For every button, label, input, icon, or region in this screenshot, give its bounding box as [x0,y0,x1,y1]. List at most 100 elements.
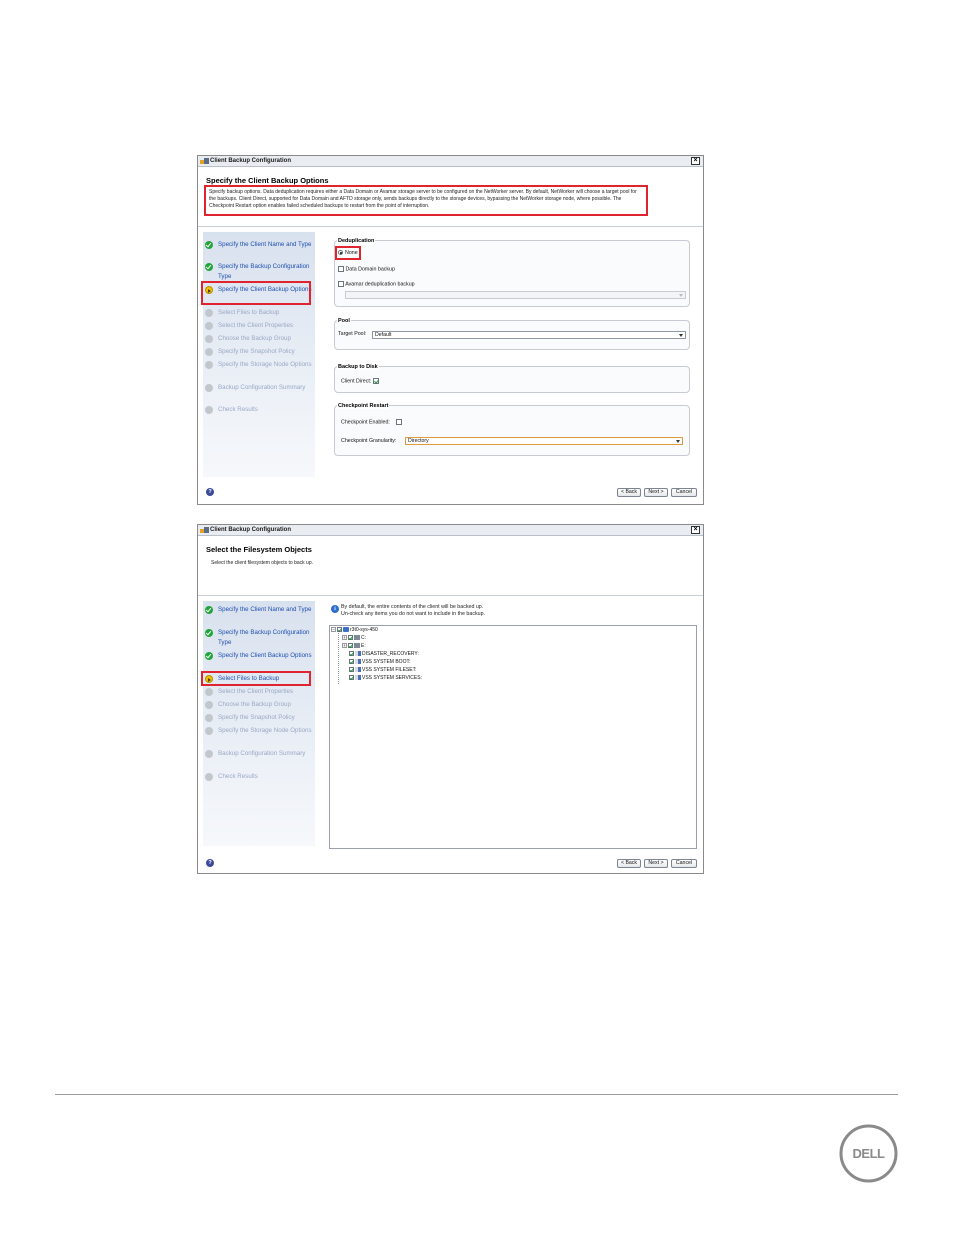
dedup-avamar-option[interactable]: Avamar deduplication backup [338,281,415,288]
system-save-set-icon [355,667,361,673]
pending-step-icon [205,322,213,330]
info-icon: i [331,605,339,613]
checkpoint-enabled-option[interactable]: Checkpoint Enabled: [341,419,402,426]
drive-icon [354,635,360,641]
none-option-highlight [335,246,361,260]
tree-node-root[interactable]: − r3t0-sys-450 [331,627,378,634]
window-title-bar: Client Backup Configuration × [198,156,703,167]
app-icon [200,527,209,533]
wizard-header: Specify the Client Backup Options Specif… [198,167,703,227]
checkbox[interactable] [348,635,353,641]
step-label: Check Results [218,773,258,780]
client-direct-checkbox[interactable] [372,378,379,384]
tree-node[interactable]: VSS SYSTEM FILESET: [349,667,416,674]
step-label: Specify the Client Name and Type [218,241,312,248]
backup-to-disk-group: Backup to Disk Client Direct: [334,364,690,393]
help-icon[interactable]: ? [206,859,214,867]
drive-icon [354,643,360,649]
wizard-step-nav: Specify the Client Name and Type Specify… [201,601,315,846]
check-icon [205,629,213,637]
chevron-down-icon [679,333,684,337]
dell-logo: DELL [839,1124,898,1183]
cancel-button[interactable]: Cancel [671,488,697,497]
step-label: Specify the Storage Node Options [218,727,312,734]
step-label: Specify the Backup Configuration Type [218,263,310,280]
option-label: Checkpoint Enabled: [341,419,390,426]
current-step-highlight [201,281,311,305]
description-highlight-box: Specify backup options. Data deduplicati… [204,185,648,216]
checkbox[interactable] [349,659,354,665]
checkbox[interactable] [349,651,354,657]
option-label: Client Direct: [341,378,372,385]
checkbox[interactable] [337,627,342,633]
step-label: Select the Client Properties [218,322,293,329]
page-description: Specify backup options. Data deduplicati… [209,189,637,209]
step-label: Backup Configuration Summary [218,750,306,757]
next-button[interactable]: Next > [644,488,668,497]
step-label: Specify the Snapshot Policy [218,714,295,721]
wizard-body: Specify the Client Name and Type Specify… [198,597,703,873]
checkbox[interactable] [338,266,344,272]
next-button[interactable]: Next > [644,859,668,868]
tree-node[interactable]: + E: [342,643,366,650]
tree-node[interactable]: VSS SYSTEM BOOT: [349,659,410,666]
checkpoint-granularity-select[interactable]: Directory [405,437,683,445]
pending-step-icon [205,309,213,317]
pending-step-icon [205,335,213,343]
checkbox[interactable] [349,675,354,681]
back-button[interactable]: < Back [617,859,641,868]
window-title-bar: Client Backup Configuration × [198,525,703,536]
computer-icon [343,627,349,633]
cancel-button[interactable]: Cancel [671,859,697,868]
system-save-set-icon [355,675,361,681]
svg-text:DELL: DELL [853,1146,886,1161]
system-save-set-icon [355,651,361,657]
step-label: Specify the Snapshot Policy [218,348,295,355]
pending-step-icon [205,750,213,758]
wizard-body: Specify the Client Name and Type Specify… [198,228,703,504]
check-icon [205,241,213,249]
step-label: Specify the Client Backup Options [218,652,312,659]
client-backup-options-window: Client Backup Configuration × Specify th… [197,155,704,505]
close-icon[interactable]: × [691,157,700,165]
window-title: Client Backup Configuration [210,158,291,164]
step-label: Choose the Backup Group [218,701,291,708]
expand-icon[interactable]: + [342,643,347,649]
client-direct-option[interactable]: Client Direct: [341,378,379,385]
window-title: Client Backup Configuration [210,527,291,533]
checkbox[interactable] [348,643,353,649]
step-label: Specify the Client Name and Type [218,606,312,613]
pending-step-icon [205,361,213,369]
pending-step-icon [205,727,213,735]
page-title: Select the Filesystem Objects [206,545,312,554]
tree-node[interactable]: VSS SYSTEM SERVICES: [349,675,422,682]
deduplication-group: Deduplication None Data Domain backup Av… [334,238,690,307]
checkpoint-granularity-label: Checkpoint Granularity: [341,438,397,444]
target-pool-select[interactable]: Default [372,331,686,339]
chevron-down-icon [679,293,684,297]
filesystem-tree: − r3t0-sys-450 + C: + E: DISASTER_RECOVERY:… [329,625,697,849]
target-pool-label: Target Pool: [338,331,367,337]
tree-node[interactable]: DISASTER_RECOVERY: [349,651,419,658]
check-icon [205,606,213,614]
step-label: Backup Configuration Summary [218,384,306,391]
back-button[interactable]: < Back [617,488,641,497]
tree-node[interactable]: + C: [342,635,366,642]
check-icon [205,263,213,271]
check-icon [205,652,213,660]
system-save-set-icon [355,659,361,665]
page-title: Specify the Client Backup Options [206,176,329,185]
checkpoint-restart-group: Checkpoint Restart Checkpoint Enabled: C… [334,403,690,456]
checkbox[interactable] [349,667,354,673]
close-icon[interactable]: × [691,526,700,534]
collapse-icon[interactable]: − [331,627,336,633]
expand-icon[interactable]: + [342,635,347,641]
pending-step-icon [205,348,213,356]
step-label: Choose the Backup Group [218,335,291,342]
avamar-node-select[interactable] [345,291,686,299]
help-icon[interactable]: ? [206,488,214,496]
step-label: Select the Client Properties [218,688,293,695]
dedup-data-domain-option[interactable]: Data Domain backup [338,266,395,273]
checkpoint-enabled-checkbox[interactable] [395,419,402,425]
checkbox[interactable] [338,281,344,287]
